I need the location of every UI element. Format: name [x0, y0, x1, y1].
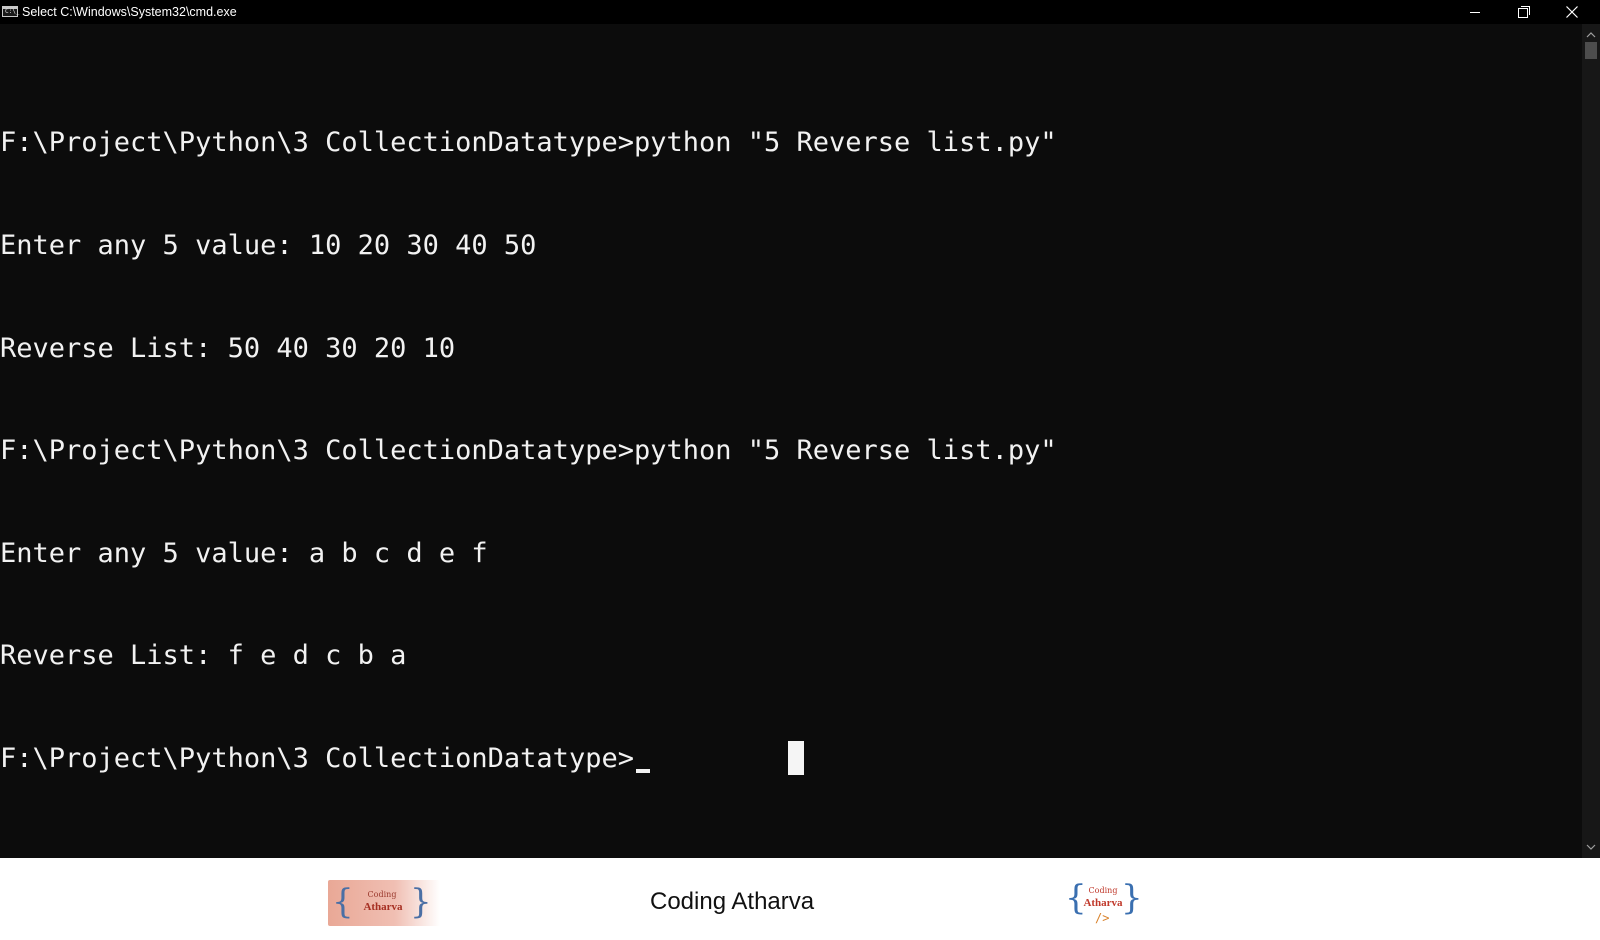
console-line: F:\Project\Python\3 CollectionDatatype>p… — [0, 127, 1057, 159]
scroll-down-arrow-icon[interactable] — [1582, 838, 1600, 856]
close-icon — [1566, 6, 1578, 18]
close-button[interactable] — [1548, 0, 1596, 24]
window-title: Select C:\Windows\System32\cmd.exe — [22, 5, 237, 19]
text-cursor — [635, 768, 650, 773]
minimize-icon — [1470, 12, 1480, 13]
footer-title: Coding Atharva — [650, 888, 815, 915]
vertical-scrollbar[interactable] — [1582, 24, 1600, 858]
cmd-icon[interactable]: C:\_ — [2, 6, 20, 17]
console-line: F:\Project\Python\3 CollectionDatatype>p… — [0, 435, 1057, 467]
logo-bold-text: Atharva — [363, 901, 403, 913]
cmd-window: C:\_ Select C:\Windows\System32\cmd.exe … — [0, 0, 1600, 858]
console-line: Enter any 5 value: 10 20 30 40 50 — [0, 230, 537, 261]
logo-right-brace: } — [410, 882, 432, 922]
logo-small-text: Coding — [1088, 886, 1118, 895]
console-line: Reverse List: 50 40 30 20 10 — [0, 332, 456, 364]
console-line: Enter any 5 value: a b c d e f — [0, 537, 488, 569]
coding-atharva-logo-left: { Coding Atharva } — [328, 880, 440, 926]
scroll-thumb[interactable] — [1585, 42, 1597, 59]
logo-right-brace: } — [1121, 878, 1143, 918]
prompt-text: F:\Project\Python\3 CollectionDatatype> — [0, 742, 634, 774]
minimize-button[interactable] — [1452, 0, 1500, 24]
console-output[interactable]: F:\Project\Python\3 CollectionDatatype>p… — [0, 58, 1540, 818]
title-bar[interactable]: C:\_ Select C:\Windows\System32\cmd.exe — [0, 0, 1600, 24]
mouse-cursor-block — [788, 741, 804, 775]
logo-left-brace: { — [332, 882, 354, 922]
logo-slash-text: /> — [1095, 911, 1110, 925]
logo-small-text: Coding — [367, 890, 397, 899]
logo-bold-text: Atharva — [1083, 897, 1123, 909]
console-line: Reverse List: f e d c b a — [0, 640, 407, 672]
prompt-line[interactable]: F:\Project\Python\3 CollectionDatatype> — [0, 742, 1540, 776]
coding-atharva-logo-right: { Coding Atharva } /> — [1065, 878, 1143, 928]
cmd-icon-text: C:\_ — [5, 8, 20, 15]
footer-banner: { Coding Atharva } Coding Atharva { Codi… — [0, 858, 1600, 940]
restore-button[interactable] — [1500, 0, 1548, 24]
